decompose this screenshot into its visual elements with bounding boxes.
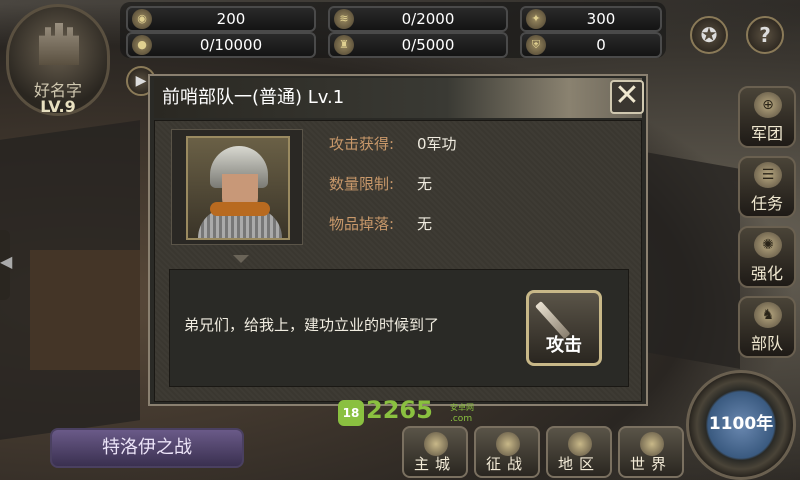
quest-icon: ☰ xyxy=(754,162,782,188)
year-label: 1100年 xyxy=(708,414,774,434)
side-quest-button[interactable]: ☰ 任务 xyxy=(738,156,796,218)
castle-icon xyxy=(39,23,79,65)
play-icon: ▶ xyxy=(135,73,147,89)
info-value: 无 xyxy=(417,175,433,193)
info-key: 物品掉落: xyxy=(329,215,395,233)
help-button[interactable]: ? xyxy=(746,16,784,54)
left-scroll-arrow[interactable]: ◀ xyxy=(0,230,13,300)
dialog-title-bar: 前哨部队一(普通) Lv.1 xyxy=(154,78,642,118)
nav-label: 地区 xyxy=(557,455,600,473)
upgrade-icon: ✺ xyxy=(754,232,782,258)
watermark-sub: 安卓网 xyxy=(450,403,474,412)
side-legion-button[interactable]: ⊕ 军团 xyxy=(738,86,796,148)
attack-label: 攻击 xyxy=(546,335,582,356)
coin-icon: ◉ xyxy=(132,9,152,29)
resource-value: 300 xyxy=(586,10,616,28)
nav-label: 世界 xyxy=(629,455,672,473)
resource-value: 200 xyxy=(216,10,246,28)
info-row-reward: 攻击获得: 0军功 xyxy=(329,133,457,154)
enemy-info-dialog: 前哨部队一(普通) Lv.1 ✕ 攻击获得: 0军功 数量限制: 无 物品掉落:… xyxy=(148,74,648,406)
resource-value: 0/10000 xyxy=(199,36,263,54)
resource-shield: ⛨ 0 xyxy=(520,32,662,58)
side-label: 任务 xyxy=(750,194,783,213)
player-avatar[interactable]: 好名字 LV.9 xyxy=(6,4,110,116)
watermark-domain: .com xyxy=(450,414,473,424)
close-button[interactable]: ✕ xyxy=(610,80,644,114)
year-globe[interactable]: 1100年 xyxy=(686,370,796,480)
resource-wheat: ≋ 0/2000 xyxy=(328,6,508,32)
side-label: 军团 xyxy=(750,124,783,143)
player-level: LV.9 xyxy=(40,97,76,116)
dialog-body: 攻击获得: 0军功 数量限制: 无 物品掉落: 无 弟兄们，给我上，建功立业的时… xyxy=(154,120,642,402)
close-icon: ✕ xyxy=(614,78,640,113)
side-troops-button[interactable]: ♞ 部队 xyxy=(738,296,796,358)
pointer-down-icon xyxy=(233,255,249,263)
nav-world[interactable]: 世界 xyxy=(618,426,684,478)
resource-gem: ✦ 300 xyxy=(520,6,662,32)
nav-region[interactable]: 地区 xyxy=(546,426,612,478)
help-icon: ? xyxy=(759,23,771,47)
dialog-message: 弟兄们，给我上，建功立业的时候到了 xyxy=(184,316,440,334)
troops-icon: ♞ xyxy=(754,302,782,328)
resource-coin: ◉ 200 xyxy=(126,6,316,32)
resource-soldier: ♜ 0/5000 xyxy=(328,32,508,58)
attack-button[interactable]: 攻击 xyxy=(526,290,602,366)
dialog-title: 前哨部队一(普通) Lv.1 xyxy=(162,87,345,108)
nav-main-city[interactable]: 主城 xyxy=(402,426,468,478)
resource-iron: ● 0/10000 xyxy=(126,32,316,58)
message-box: 弟兄们，给我上，建功立业的时候到了 攻击 xyxy=(169,269,629,387)
soldier-icon: ♜ xyxy=(334,35,354,55)
side-upgrade-button[interactable]: ✺ 强化 xyxy=(738,226,796,288)
chevron-left-icon: ◀ xyxy=(0,252,13,271)
info-value: 无 xyxy=(417,215,433,233)
watermark-badge: 18 xyxy=(338,400,364,426)
resource-value: 0/2000 xyxy=(401,10,455,28)
treasure-button[interactable]: ✪ xyxy=(690,16,728,54)
portrait-frame xyxy=(171,129,303,245)
gem-icon: ✦ xyxy=(526,9,546,29)
resource-value: 0/5000 xyxy=(401,36,455,54)
nav-campaign[interactable]: 征战 xyxy=(474,426,540,478)
shield-icon: ⛨ xyxy=(526,35,546,55)
legion-icon: ⊕ xyxy=(754,92,782,118)
nav-label: 征战 xyxy=(485,455,528,473)
info-row-drop: 物品掉落: 无 xyxy=(329,213,432,234)
info-key: 数量限制: xyxy=(329,175,395,193)
info-value: 0军功 xyxy=(417,135,457,153)
watermark-main: 2265 xyxy=(366,396,433,424)
side-label: 强化 xyxy=(750,264,783,283)
side-label: 部队 xyxy=(750,334,783,353)
info-row-limit: 数量限制: 无 xyxy=(329,173,432,194)
wheat-icon: ≋ xyxy=(334,9,354,29)
enemy-portrait xyxy=(186,136,290,240)
treasure-icon: ✪ xyxy=(700,23,718,47)
resource-value: 0 xyxy=(596,36,606,54)
nav-label: 主城 xyxy=(413,455,456,473)
info-key: 攻击获得: xyxy=(329,135,395,153)
iron-icon: ● xyxy=(132,35,152,55)
campaign-button[interactable]: 特洛伊之战 xyxy=(50,428,244,468)
